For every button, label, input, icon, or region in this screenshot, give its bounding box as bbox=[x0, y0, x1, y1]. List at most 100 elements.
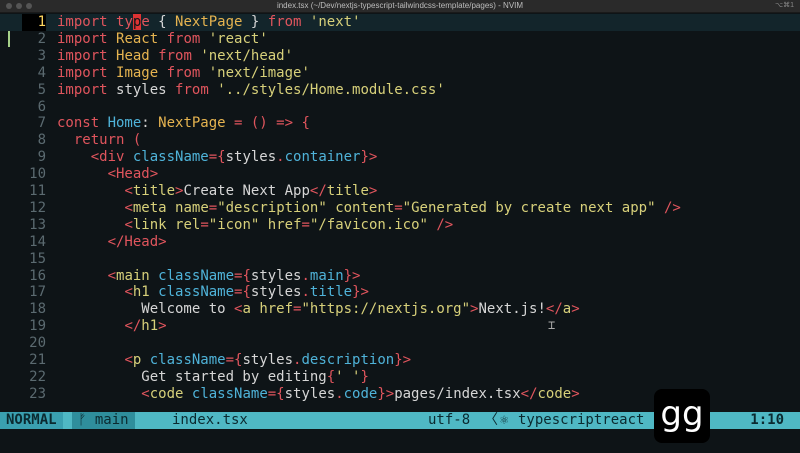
code-text: <div className={styles.container}> bbox=[57, 149, 378, 166]
code-token: Create Next App bbox=[183, 183, 310, 199]
code-token: NextPage bbox=[158, 115, 235, 132]
code-token: from bbox=[166, 64, 209, 81]
code-line[interactable]: 6 bbox=[0, 99, 800, 116]
code-token: content bbox=[335, 199, 395, 216]
code-line[interactable]: 5 import styles from '../styles/Home.modu… bbox=[0, 82, 800, 99]
code-token: styles bbox=[242, 352, 294, 368]
code-token: 'react' bbox=[208, 30, 268, 47]
code-line[interactable]: 13 <link rel="icon" href="/favicon.ico" … bbox=[0, 217, 800, 234]
code-text: return ( bbox=[57, 132, 141, 149]
code-token: from bbox=[158, 47, 201, 64]
code-token: rel bbox=[175, 216, 201, 233]
code-token: a bbox=[562, 301, 572, 318]
code-token: . bbox=[301, 267, 310, 284]
code-token: < bbox=[124, 284, 133, 301]
code-line[interactable]: 15 bbox=[0, 251, 800, 268]
code-line[interactable]: 14 </Head> bbox=[0, 234, 800, 251]
code-token: </ bbox=[124, 318, 142, 335]
code-text: </h1> bbox=[57, 318, 166, 335]
code-text: import React from 'react' bbox=[57, 31, 268, 48]
code-token: = bbox=[301, 216, 310, 233]
code-line[interactable]: 9 <div className={styles.container}> bbox=[0, 149, 800, 166]
code-line[interactable]: 4 import Image from 'next/image' bbox=[0, 65, 800, 82]
code-token: e bbox=[141, 14, 159, 30]
code-token: < bbox=[124, 183, 133, 199]
code-token: main bbox=[116, 267, 159, 284]
code-token: > bbox=[571, 385, 580, 402]
code-token: }> bbox=[377, 385, 395, 402]
code-token: } bbox=[242, 14, 268, 30]
code-token: <Head> bbox=[107, 166, 159, 183]
code-line[interactable]: 22 Get started by editing{' '} bbox=[0, 369, 800, 386]
code-line[interactable]: 20 bbox=[0, 335, 800, 352]
line-number: 9 bbox=[37, 149, 46, 166]
code-line[interactable]: 1 import type { NextPage } from 'next' bbox=[0, 14, 800, 31]
cursor-position: 1:10 bbox=[750, 412, 784, 428]
code-line[interactable]: 12 <meta name="description" content="Gen… bbox=[0, 200, 800, 217]
code-token: }> bbox=[352, 284, 369, 301]
code-token: name bbox=[175, 199, 209, 216]
code-line[interactable]: 17 <h1 className={styles.title}> bbox=[0, 284, 800, 301]
code-token: . bbox=[301, 284, 310, 301]
code-text: import type { NextPage } from 'next' bbox=[57, 14, 361, 31]
code-line[interactable]: 16 <main className={styles.main}> bbox=[0, 268, 800, 285]
code-token: container bbox=[284, 149, 361, 166]
code-line[interactable]: 2 import React from 'react' bbox=[0, 30, 800, 48]
mouse-cursor-icon: ⌶ bbox=[548, 318, 556, 332]
code-token: < bbox=[141, 385, 150, 402]
code-text: import styles from '../styles/Home.modul… bbox=[57, 82, 445, 99]
code-text: <title>Create Next App</title> bbox=[57, 183, 377, 200]
code-token: import bbox=[57, 64, 117, 81]
code-token: import bbox=[57, 47, 117, 64]
code-token: > bbox=[368, 183, 378, 199]
code-line[interactable]: 7 const Home: NextPage = () => { bbox=[0, 115, 800, 132]
line-number: 19 bbox=[29, 318, 46, 335]
line-number: 12 bbox=[29, 199, 46, 216]
code-line[interactable]: 10 <Head> bbox=[0, 166, 800, 183]
code-token: /> bbox=[663, 199, 681, 216]
code-token: /> bbox=[436, 216, 454, 233]
code-token: 'next/head' bbox=[200, 47, 294, 64]
mode-indicator: NORMAL bbox=[0, 412, 63, 429]
code-token: className bbox=[158, 267, 235, 284]
code-line[interactable]: 11 <title>Create Next App</title> bbox=[0, 183, 800, 200]
code-token: '../styles/Home.module.css' bbox=[217, 81, 445, 98]
line-number: 15 bbox=[29, 250, 46, 267]
code-token: href bbox=[267, 216, 302, 233]
code-editor[interactable]: 1 import type { NextPage } from 'next' 2 im… bbox=[0, 14, 800, 412]
code-token: code bbox=[149, 385, 192, 402]
code-token: styles bbox=[116, 81, 176, 98]
code-line[interactable]: 18 Welcome to <a href="https://nextjs.or… bbox=[0, 301, 800, 318]
code-token: NextPage bbox=[175, 14, 243, 30]
code-line[interactable]: 8 return ( bbox=[0, 132, 800, 149]
title-bar: index.tsx (~/Dev/nextjs-typescript-tailw… bbox=[0, 0, 800, 13]
code-text: Get started by editing{' '} bbox=[57, 369, 369, 386]
code-text: <main className={styles.main}> bbox=[57, 267, 361, 285]
code-token: "/favicon.ico" bbox=[309, 216, 437, 233]
code-token: "description" bbox=[217, 199, 336, 216]
code-text: <Head> bbox=[57, 166, 159, 183]
code-line[interactable]: 21 <p className={styles.description}> bbox=[0, 352, 800, 369]
code-text: </Head> bbox=[57, 234, 167, 251]
line-number: 2 bbox=[37, 30, 46, 47]
code-text: <h1 className={styles.title}> bbox=[57, 284, 369, 301]
code-token: = bbox=[394, 199, 403, 216]
git-branch-icon: ᚠ bbox=[78, 412, 87, 428]
code-token: from bbox=[166, 30, 209, 47]
code-token: code bbox=[537, 385, 572, 402]
code-token: </ bbox=[520, 385, 538, 402]
code-token: Get started by editing bbox=[57, 368, 327, 385]
code-line[interactable]: 19 </h1> bbox=[0, 318, 800, 335]
code-token: < bbox=[107, 267, 117, 284]
code-token: link bbox=[132, 216, 176, 233]
code-token: a bbox=[242, 301, 260, 318]
code-line[interactable]: 3 import Head from 'next/head' bbox=[0, 48, 800, 65]
line-number: 20 bbox=[29, 335, 46, 352]
line-number: 3 bbox=[37, 47, 46, 64]
code-token: styles bbox=[284, 385, 336, 402]
